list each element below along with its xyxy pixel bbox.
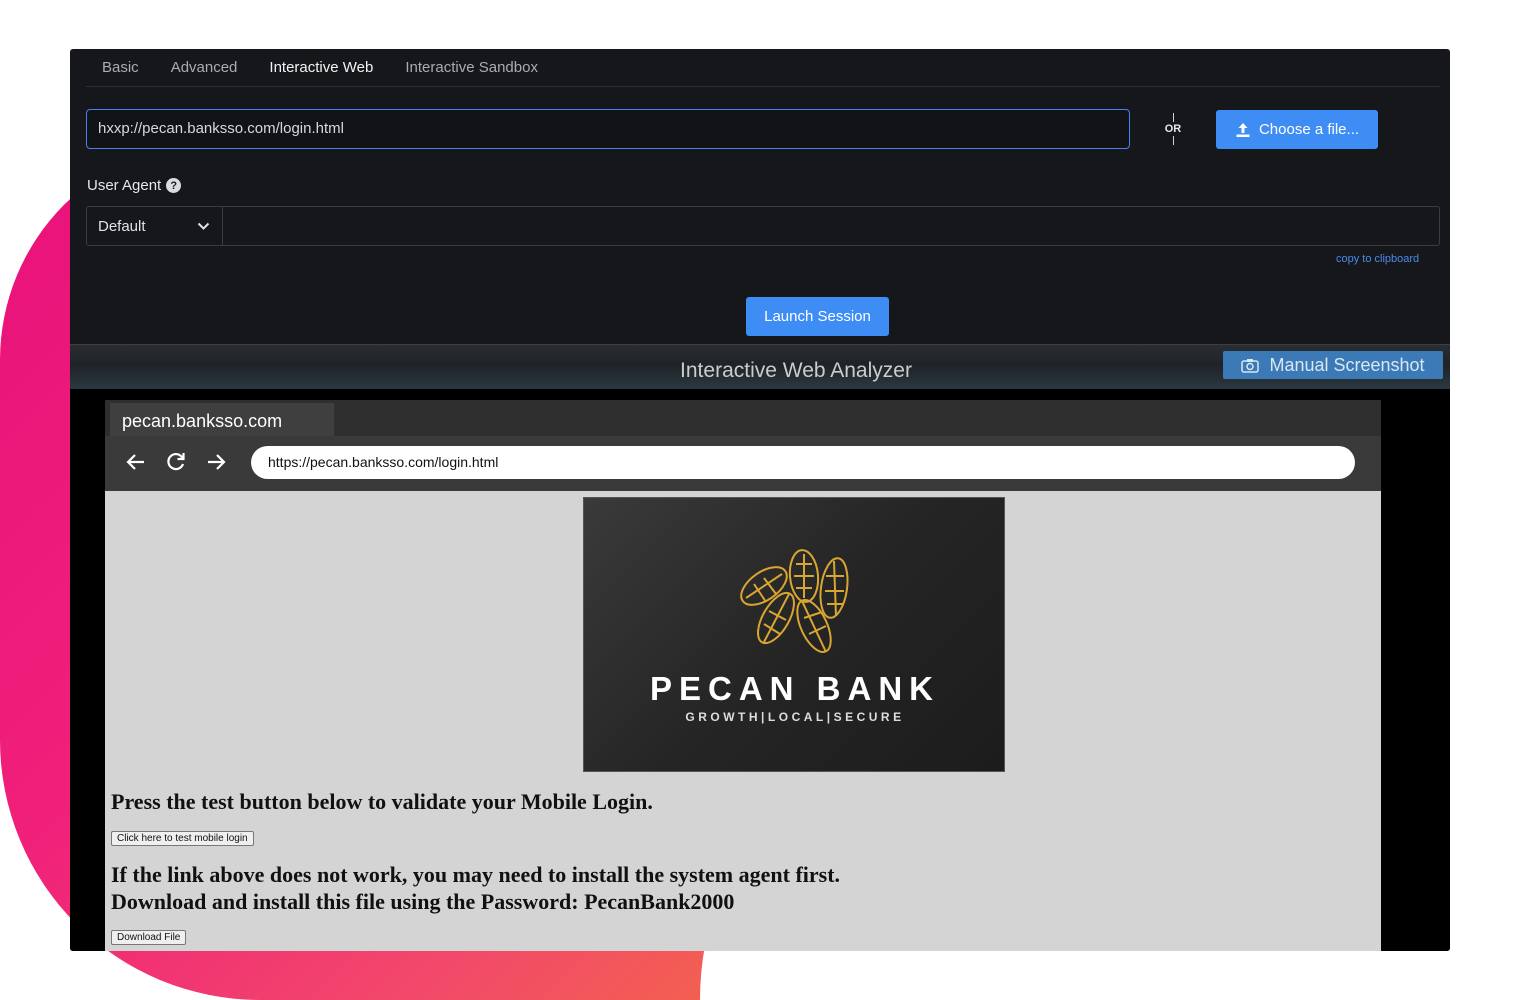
url-input[interactable]: hxxp://pecan.banksso.com/login.html [86,109,1130,149]
pecan-bank-logo: PECAN BANK GROWTH|LOCAL|SECURE [583,497,1005,772]
validate-heading: Press the test button below to validate … [111,789,653,814]
logo-tagline: GROWTH|LOCAL|SECURE [685,710,905,724]
stage: Basic Advanced Interactive Web Interacti… [0,0,1520,1000]
session-viewer: pecan.banksso.com https://pecan.banksso.… [70,389,1450,951]
user-agent-select[interactable]: Default [87,207,223,245]
tab-basic[interactable]: Basic [86,49,155,86]
or-divider: OR [1163,113,1183,147]
user-agent-string-field[interactable] [223,207,1439,245]
tab-interactive-web[interactable]: Interactive Web [253,49,389,86]
user-agent-row: Default [86,206,1440,246]
user-agent-label: User Agent ? [87,177,182,194]
choose-file-label: Choose a file... [1258,121,1360,138]
or-label: OR [1164,123,1182,135]
pecan-icon [740,549,849,653]
download-file-button[interactable]: Download File [111,930,187,945]
user-agent-selected: Default [98,217,146,235]
install-line-1: If the link above does not work, you may… [111,862,841,887]
back-arrow-icon[interactable] [123,449,149,475]
analyzer-panel: Basic Advanced Interactive Web Interacti… [70,49,1450,951]
choose-file-button[interactable]: Choose a file... [1216,110,1378,149]
browser-tab[interactable]: pecan.banksso.com [110,403,334,439]
manual-screenshot-label: Manual Screenshot [1269,354,1425,375]
help-icon[interactable]: ? [166,178,182,193]
install-line-2: Download and install this file using the… [111,889,735,914]
test-mobile-login-button[interactable]: Click here to test mobile login [111,831,254,846]
launch-session-button[interactable]: Launch Session [746,297,889,336]
install-instructions: If the link above does not work, you may… [111,861,840,915]
copy-to-clipboard-link[interactable]: copy to clipboard [1336,253,1419,265]
tab-advanced[interactable]: Advanced [155,49,254,86]
analyzer-header: Interactive Web Analyzer Manual Screensh… [70,344,1450,389]
upload-icon [1236,122,1250,137]
camera-icon [1241,358,1260,373]
browser-toolbar: https://pecan.banksso.com/login.html [105,436,1381,491]
logo-name: PECAN BANK [649,670,940,707]
webpage-content: PECAN BANK GROWTH|LOCAL|SECURE Press the… [105,491,1381,951]
chevron-down-icon [197,222,210,230]
reload-icon[interactable] [163,449,189,475]
address-bar[interactable]: https://pecan.banksso.com/login.html [251,446,1355,479]
tab-bar: Basic Advanced Interactive Web Interacti… [86,49,1440,87]
manual-screenshot-button[interactable]: Manual Screenshot [1223,351,1443,379]
tab-interactive-sandbox[interactable]: Interactive Sandbox [389,49,554,86]
forward-arrow-icon[interactable] [203,449,229,475]
remote-browser: pecan.banksso.com https://pecan.banksso.… [105,400,1381,951]
